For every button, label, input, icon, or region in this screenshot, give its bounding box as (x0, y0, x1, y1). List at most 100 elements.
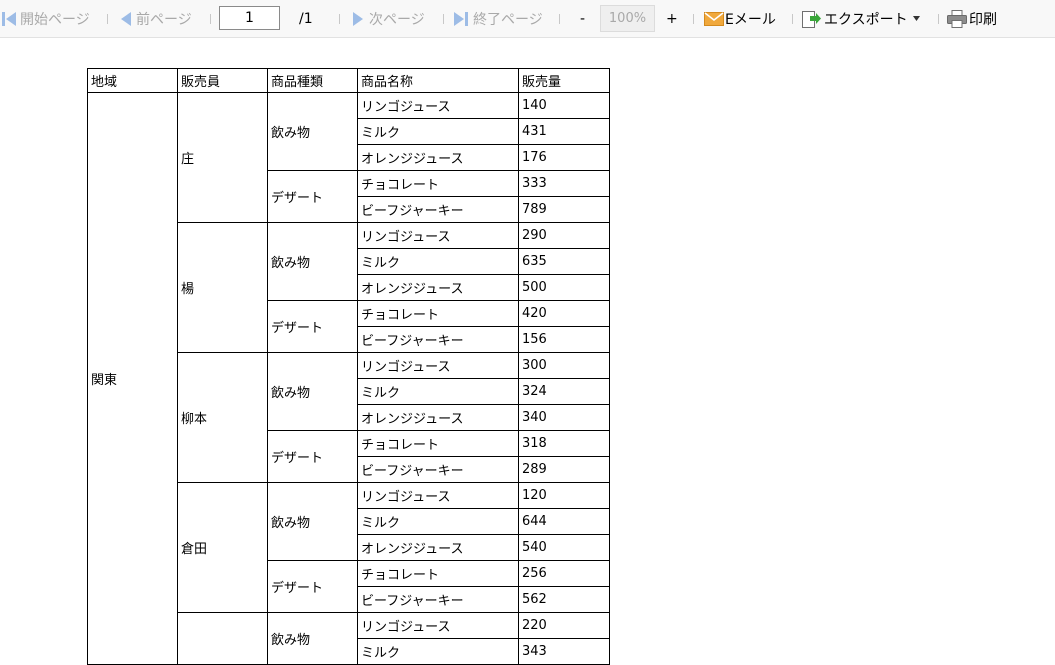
first-page-button[interactable]: 開始ページ (2, 0, 90, 37)
seller-cell (177, 612, 268, 665)
product-cell: リンゴジュース (357, 482, 519, 509)
quantity-cell: 343 (518, 638, 610, 665)
quantity-cell: 300 (518, 352, 610, 379)
table-row: 関東庄飲み物 リンゴジュース 140 (87, 92, 610, 665)
category-cell: デザート (267, 170, 358, 223)
product-cell: オレンジジュース (357, 144, 519, 171)
toolbar-separator (339, 14, 340, 24)
email-label: Eメール (725, 11, 776, 28)
product-cell: チョコレート (357, 170, 519, 197)
last-page-button[interactable]: 終了ページ (454, 0, 543, 37)
quantity-cell: 635 (518, 248, 610, 275)
product-cell: ミルク (357, 508, 519, 535)
product-cell: オレンジジュース (357, 534, 519, 561)
quantity-cell: 500 (518, 274, 610, 301)
quantity-cell: 140 (518, 92, 610, 119)
header-quantity: 販売量 (518, 68, 610, 93)
category-cell: 飲み物 (267, 612, 358, 665)
category-cell: 飲み物 (267, 222, 358, 301)
category-cell: デザート (267, 300, 358, 353)
prev-page-icon (121, 11, 131, 26)
quantity-cell: 256 (518, 560, 610, 587)
page-number-input[interactable] (219, 6, 280, 30)
zoom-level[interactable]: 100% (600, 5, 655, 32)
email-button[interactable]: Eメール (704, 0, 776, 37)
report-viewer-toolbar: 開始ページ 前ページ /1 次ページ 終了ページ - 100% + Eメール (0, 0, 1055, 38)
sales-report-table: 地域 販売員 商品種類 商品名称 販売量 関東庄飲み物 リンゴジュース 140 ミルク… (87, 68, 610, 665)
quantity-cell: 340 (518, 404, 610, 431)
seller-cell: 庄 (177, 92, 268, 223)
product-cell: ミルク (357, 118, 519, 145)
toolbar-separator (443, 14, 444, 24)
seller-cell: 楊 (177, 222, 268, 353)
product-cell: ビーフジャーキー (357, 456, 519, 483)
product-cell: ミルク (357, 378, 519, 405)
print-button[interactable]: 印刷 (947, 0, 997, 37)
product-cell: チョコレート (357, 430, 519, 457)
zoom-out-button[interactable]: - (580, 0, 585, 37)
quantity-cell: 176 (518, 144, 610, 171)
quantity-cell: 562 (518, 586, 610, 613)
quantity-cell: 420 (518, 300, 610, 327)
product-cell: ビーフジャーキー (357, 196, 519, 223)
last-page-label: 終了ページ (473, 11, 543, 28)
product-cell: オレンジジュース (357, 404, 519, 431)
product-cell: ミルク (357, 248, 519, 275)
product-cell: リンゴジュース (357, 612, 519, 639)
prev-page-button[interactable]: 前ページ (121, 0, 192, 37)
category-cell: 飲み物 (267, 352, 358, 431)
product-cell: ミルク (357, 638, 519, 665)
header-region: 地域 (87, 68, 178, 93)
seller-cell: 柳本 (177, 352, 268, 483)
quantity-cell: 120 (518, 482, 610, 509)
dropdown-caret-icon (912, 16, 920, 21)
product-cell: ビーフジャーキー (357, 326, 519, 353)
quantity-cell: 156 (518, 326, 610, 353)
quantity-cell: 220 (518, 612, 610, 639)
product-cell: リンゴジュース (357, 92, 519, 119)
first-page-label: 開始ページ (20, 11, 90, 28)
product-cell: リンゴジュース (357, 222, 519, 249)
last-page-icon (454, 11, 469, 26)
toolbar-separator (559, 14, 560, 24)
quantity-cell: 789 (518, 196, 610, 223)
toolbar-separator (107, 14, 108, 24)
product-cell: リンゴジュース (357, 352, 519, 379)
quantity-cell: 318 (518, 430, 610, 457)
quantity-cell: 289 (518, 456, 610, 483)
product-cell: チョコレート (357, 300, 519, 327)
quantity-cell: 644 (518, 508, 610, 535)
product-cell: チョコレート (357, 560, 519, 587)
quantity-cell: 290 (518, 222, 610, 249)
printer-icon (947, 9, 967, 28)
first-page-icon (2, 11, 17, 26)
category-cell: デザート (267, 430, 358, 483)
quantity-cell: 324 (518, 378, 610, 405)
mail-icon (704, 11, 724, 27)
toolbar-separator (693, 14, 694, 24)
seller-cell: 倉田 (177, 482, 268, 613)
export-icon (801, 9, 821, 29)
toolbar-separator (792, 14, 793, 24)
header-product: 商品名称 (357, 68, 519, 93)
product-cell: オレンジジュース (357, 274, 519, 301)
page-total: /1 (299, 10, 313, 27)
quantity-cell: 333 (518, 170, 610, 197)
next-page-icon (353, 11, 363, 26)
quantity-cell: 431 (518, 118, 610, 145)
report-body: 関東庄飲み物 リンゴジュース 140 ミルク 431 オレンジジュース 176 デザート チョコ… (87, 92, 610, 665)
category-cell: デザート (267, 560, 358, 613)
print-label: 印刷 (969, 11, 997, 28)
zoom-in-button[interactable]: + (666, 0, 678, 37)
toolbar-separator (210, 14, 211, 24)
category-cell: 飲み物 (267, 482, 358, 561)
quantity-cell: 540 (518, 534, 610, 561)
next-page-button[interactable]: 次ページ (353, 0, 425, 37)
header-seller: 販売員 (177, 68, 268, 93)
export-label: エクスポート (824, 11, 908, 28)
category-cell: 飲み物 (267, 92, 358, 171)
table-header-row: 地域 販売員 商品種類 商品名称 販売量 (87, 68, 610, 93)
export-button[interactable]: エクスポート (801, 0, 920, 37)
region-cell: 関東 (87, 92, 178, 665)
prev-page-label: 前ページ (136, 11, 192, 28)
